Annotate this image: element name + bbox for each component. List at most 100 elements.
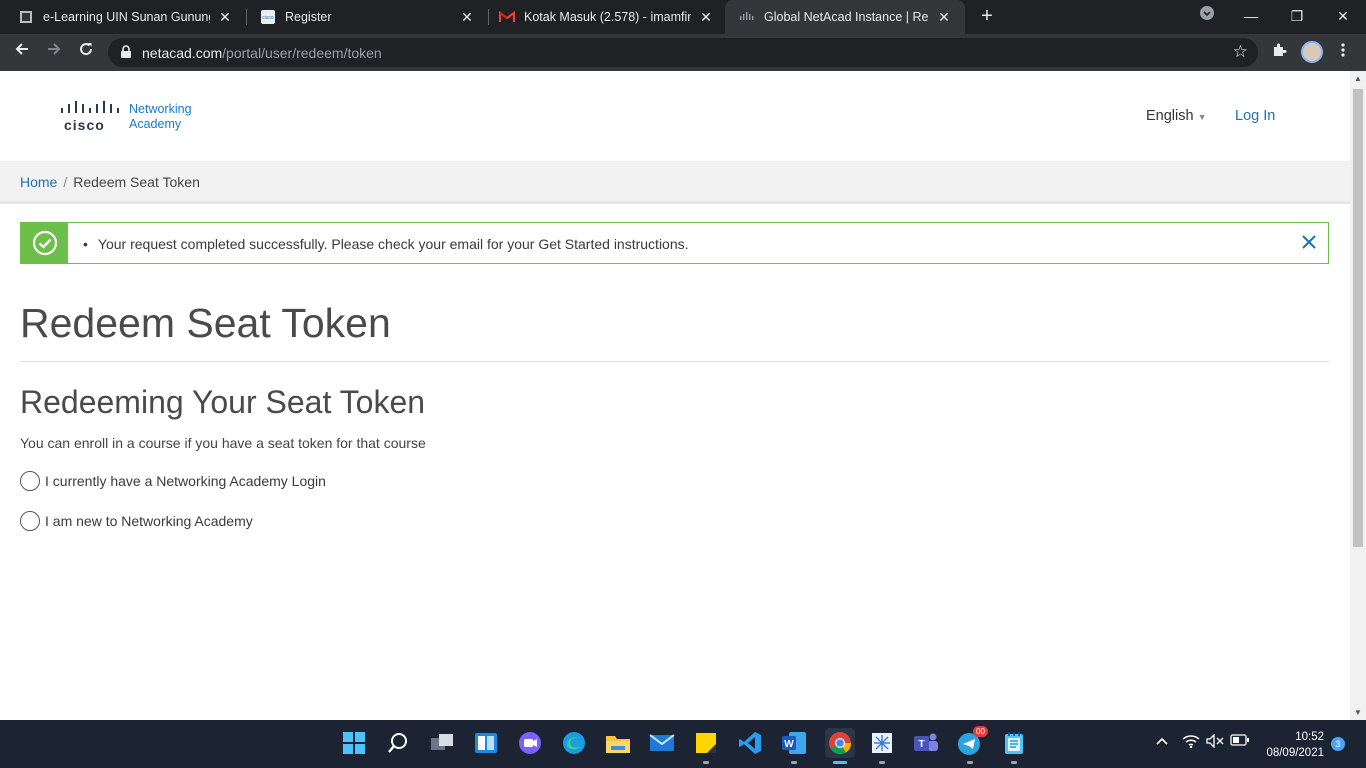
teams-icon[interactable]: T	[913, 730, 939, 756]
battery-icon[interactable]	[1230, 734, 1250, 749]
system-clock[interactable]: 10:52 08/09/2021	[1262, 729, 1324, 761]
logo-line-1: Networking	[129, 102, 192, 116]
active-indicator	[833, 761, 847, 764]
mail-icon[interactable]	[649, 730, 675, 756]
svg-text:cisco: cisco	[262, 15, 274, 21]
academy-wordmark: Networking Academy	[129, 102, 192, 132]
cisco-icon	[739, 9, 755, 25]
start-icon[interactable]	[341, 730, 367, 756]
alert-bullet: •	[83, 236, 88, 252]
address-bar[interactable]: netacad.com/portal/user/redeem/token ☆	[108, 38, 1258, 67]
search-icon[interactable]	[385, 730, 411, 756]
new-tab-button[interactable]: +	[976, 6, 998, 28]
running-indicator	[967, 761, 973, 764]
language-selector[interactable]: English ▼	[1146, 108, 1206, 124]
task-view-icon[interactable]	[429, 730, 455, 756]
radio-label: I am new to Networking Academy	[45, 513, 253, 529]
extensions-icon[interactable]	[1271, 42, 1287, 62]
logo-line-2: Academy	[129, 117, 182, 131]
radio-option-existing-login[interactable]: I currently have a Networking Academy Lo…	[20, 471, 326, 491]
notepad-icon[interactable]	[1001, 730, 1027, 764]
tab-elearning[interactable]: e-Learning UIN Sunan Gunung D ✕	[4, 0, 246, 34]
breadcrumb-bar: Home / Redeem Seat Token	[0, 161, 1350, 204]
page-viewport: cisco Networking Academy English ▼ Log In…	[0, 71, 1366, 720]
tab-search-button[interactable]	[1184, 0, 1230, 34]
close-icon[interactable]: ✕	[935, 9, 953, 26]
scroll-down-icon[interactable]: ▼	[1354, 708, 1362, 717]
netacad-icon: cisco	[260, 9, 276, 25]
lock-icon	[120, 45, 132, 64]
minimize-button[interactable]: —	[1228, 0, 1274, 34]
radio-button[interactable]	[20, 511, 40, 531]
svg-text:T: T	[918, 739, 924, 750]
wifi-icon[interactable]	[1182, 734, 1200, 751]
chevron-down-icon	[1200, 6, 1214, 20]
volume-muted-icon[interactable]	[1206, 733, 1224, 751]
reload-button[interactable]	[73, 39, 99, 65]
tab-netacad-active[interactable]: Global NetAcad Instance | Redee ✕	[725, 0, 965, 34]
breadcrumb-home-link[interactable]: Home	[20, 174, 57, 190]
login-link[interactable]: Log In	[1235, 108, 1275, 124]
running-indicator	[703, 761, 709, 764]
forward-button[interactable]	[41, 39, 67, 65]
radio-button[interactable]	[20, 471, 40, 491]
vertical-scrollbar[interactable]: ▲ ▼	[1350, 71, 1366, 720]
section-title: Redeeming Your Seat Token	[20, 384, 426, 420]
close-icon[interactable]: ✕	[216, 9, 234, 26]
notification-badge[interactable]: 3	[1331, 737, 1345, 751]
check-circle-icon	[21, 223, 68, 263]
close-icon[interactable]	[1300, 233, 1318, 256]
gmail-icon	[499, 9, 515, 25]
caret-down-icon: ▼	[1197, 112, 1207, 122]
moodle-icon	[18, 9, 34, 25]
snipping-icon[interactable]	[869, 730, 895, 764]
chrome-icon[interactable]	[825, 728, 855, 764]
radio-option-new-user[interactable]: I am new to Networking Academy	[20, 511, 253, 531]
word-icon[interactable]: W	[781, 730, 807, 764]
scrollbar-thumb[interactable]	[1353, 89, 1363, 547]
file-explorer-icon[interactable]	[605, 730, 631, 756]
back-button[interactable]	[9, 39, 35, 65]
cisco-bars-icon	[61, 101, 119, 113]
tab-title: e-Learning UIN Sunan Gunung D	[43, 10, 210, 24]
site-header: cisco Networking Academy English ▼ Log In	[0, 71, 1350, 161]
bookmark-star-icon[interactable]: ☆	[1233, 42, 1248, 62]
svg-text:W: W	[784, 739, 794, 750]
arrow-left-icon	[15, 43, 28, 55]
clock-time: 10:52	[1295, 731, 1324, 743]
running-indicator	[791, 761, 797, 764]
alert-text: Your request completed successfully. Ple…	[97, 236, 689, 252]
url-text: netacad.com/portal/user/redeem/token	[142, 45, 382, 61]
profile-avatar[interactable]	[1301, 41, 1323, 63]
tab-title: Register	[285, 10, 332, 24]
chat-icon[interactable]	[517, 730, 543, 756]
menu-kebab-icon[interactable]	[1341, 42, 1345, 62]
url-host: netacad.com	[142, 45, 223, 61]
scroll-up-icon[interactable]: ▲	[1354, 74, 1362, 83]
tab-title: Global NetAcad Instance | Redee	[764, 10, 929, 24]
telegram-badge: 00	[973, 726, 988, 737]
alert-message: • Your request completed successfully. Pl…	[83, 236, 689, 252]
tab-register[interactable]: cisco Register ✕	[246, 0, 488, 34]
close-icon[interactable]: ✕	[697, 9, 715, 26]
restore-button[interactable]: ❐	[1274, 0, 1320, 34]
vscode-icon[interactable]	[737, 730, 763, 756]
clock-date: 08/09/2021	[1266, 747, 1324, 759]
close-icon[interactable]: ✕	[458, 9, 476, 26]
browser-toolbar: netacad.com/portal/user/redeem/token ☆	[0, 34, 1366, 71]
section-description: You can enroll in a course if you have a…	[20, 435, 426, 451]
sticky-notes-icon[interactable]	[693, 730, 719, 764]
reload-icon	[80, 43, 93, 56]
windows-taskbar: W T 00 10:52 08/09/2021 3	[0, 720, 1366, 768]
tab-strip: e-Learning UIN Sunan Gunung D ✕ cisco Re…	[0, 0, 1366, 34]
breadcrumb-current: Redeem Seat Token	[73, 174, 200, 190]
tab-gmail[interactable]: Kotak Masuk (2.578) - imamfirda ✕	[485, 0, 727, 34]
chevron-up-icon[interactable]	[1155, 734, 1169, 749]
radio-label: I currently have a Networking Academy Lo…	[45, 473, 326, 489]
widgets-icon[interactable]	[473, 730, 499, 756]
telegram-icon[interactable]: 00	[957, 726, 988, 764]
close-window-button[interactable]: ✕	[1320, 0, 1366, 34]
url-path: /portal/user/redeem/token	[222, 45, 382, 61]
breadcrumb-separator: /	[63, 174, 68, 190]
edge-icon[interactable]	[561, 730, 587, 756]
